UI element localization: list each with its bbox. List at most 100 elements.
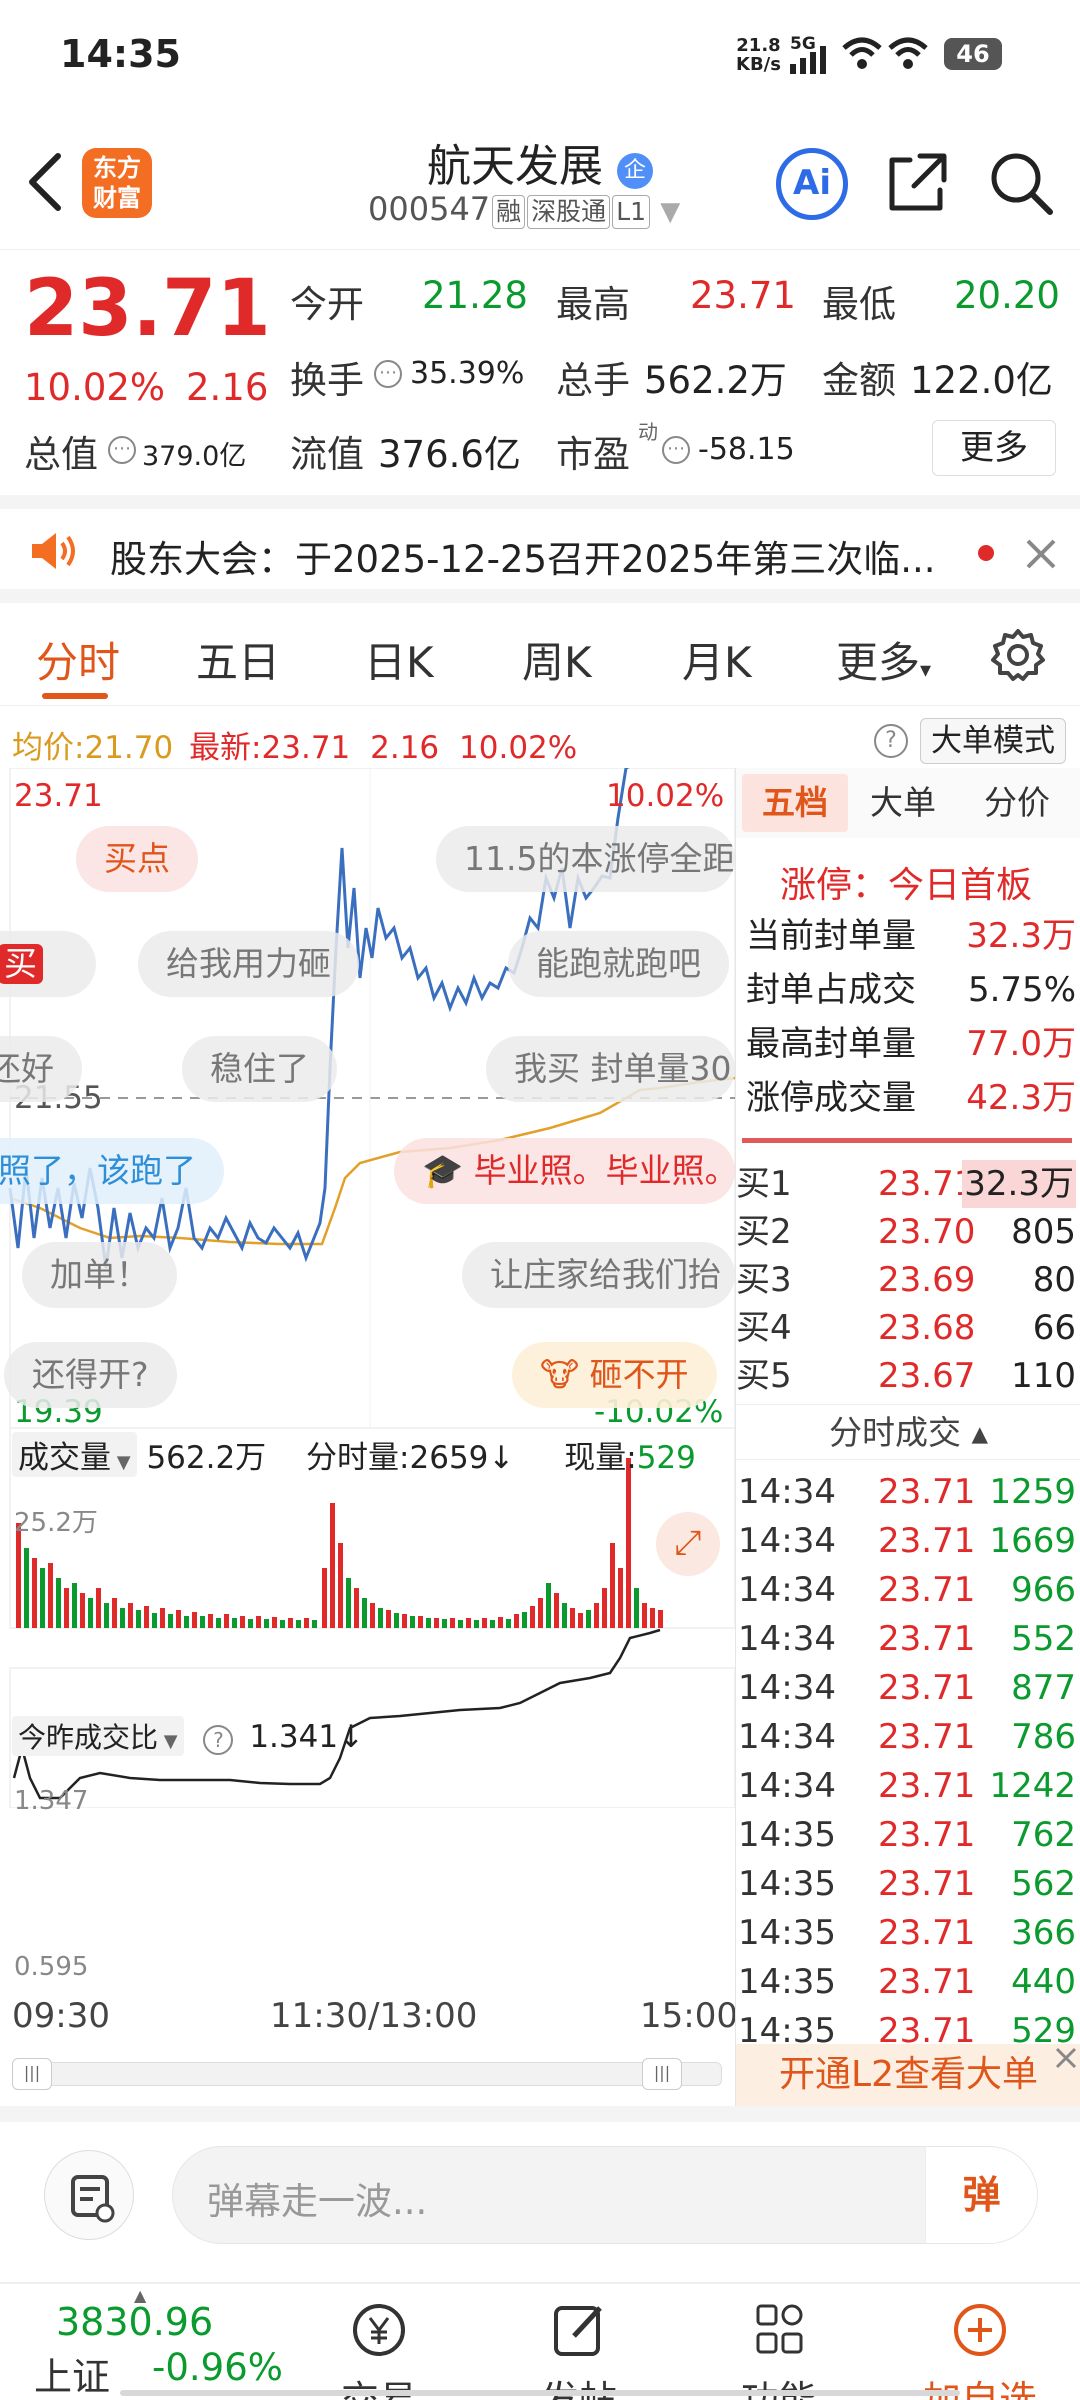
index-widget[interactable]: ▲ 3830.96 上证 -0.96% (0, 2286, 300, 2400)
danmaku-bubble[interactable]: 我买 封单量30 (486, 1036, 735, 1102)
chart-scrollbar[interactable] (12, 2062, 722, 2086)
danmaku-settings-button[interactable] (44, 2150, 134, 2240)
tag-margin: 融 (492, 195, 526, 229)
tab-weekly-k[interactable]: 周K (522, 629, 592, 690)
trade-volume: 562 (1011, 1864, 1076, 1904)
trade-time: 14:35 (738, 1962, 836, 2002)
expand-icon[interactable]: ⤢ (656, 1512, 720, 1576)
help-icon[interactable]: ? (874, 724, 908, 758)
trade-volume: 1242 (989, 1766, 1076, 1806)
bottom-area: 弹幕走一波... 弹 ▲ 3830.96 上证 -0.96% 交易 发帖 功能 … (0, 2106, 1080, 2400)
info-icon[interactable]: ⋯ (374, 360, 402, 388)
more-button[interactable]: 更多 (932, 420, 1056, 476)
top-pct-label: 10.02% (606, 778, 725, 814)
danmaku-settings-icon (71, 2175, 115, 2223)
big-order-mode-button[interactable]: 大单模式 (920, 718, 1066, 764)
tab-intraday[interactable]: 分时 (36, 629, 120, 690)
post-button[interactable]: 发帖 (524, 2300, 634, 2400)
chart-tabs: 分时 五日 日K 周K 月K 更多▾ (0, 603, 1080, 706)
open-label: 今开 (290, 283, 364, 326)
danmaku-bubble[interactable]: 能跑就跑吧 (508, 931, 729, 997)
trade-price: 23.71 (878, 1619, 976, 1659)
dropdown-icon[interactable]: ▼ (660, 197, 680, 227)
volume-max-label: 25.2万 (14, 1508, 98, 1538)
trade-row: 14:35 23.71 762 (736, 1811, 1076, 1859)
plus-circle-icon (954, 2304, 1006, 2356)
close-icon[interactable] (1026, 539, 1056, 569)
help-icon[interactable]: ? (203, 1725, 234, 1755)
grid-icon (756, 2304, 803, 2354)
danmaku-bubble[interactable]: 买 (0, 931, 96, 997)
add-watchlist-button[interactable]: 加自选 (910, 2300, 1050, 2400)
trade-volume: 786 (1011, 1717, 1076, 1757)
danmaku-bubble[interactable]: 给我用力砸 (138, 931, 359, 997)
amount-label: 金额 (822, 359, 896, 402)
latest-price: 23.71 (261, 730, 351, 766)
trade-price: 23.71 (878, 1815, 976, 1855)
danmaku-bubble[interactable]: 🐮 砸不开 (512, 1342, 717, 1408)
limit-row: 当前封单量 32.3万 (746, 916, 1076, 956)
trade-price: 23.71 (878, 1570, 976, 1610)
scroll-handle-left[interactable]: ||| (12, 2058, 52, 2090)
trade-row: 14:34 23.71 552 (736, 1615, 1076, 1663)
danmaku-send-button[interactable]: 弹 (925, 2147, 1037, 2243)
danmaku-bubble[interactable]: 还得开? (4, 1342, 177, 1408)
tab-five-level[interactable]: 五档 (742, 774, 848, 832)
danmaku-bubble[interactable]: 让庄家给我们抬 (462, 1242, 735, 1308)
info-icon[interactable]: ⋯ (108, 436, 136, 464)
volume-bars (16, 1458, 663, 1628)
trade-price: 23.71 (878, 1521, 976, 1561)
edit-icon (554, 2306, 602, 2356)
tab-price-split[interactable]: 分价 (984, 774, 1050, 832)
ratio-selector[interactable]: 今昨成交比 ▼ (12, 1716, 184, 1756)
high-value: 23.71 (690, 274, 796, 317)
bid-row: 买5 23.67 110 (736, 1356, 1076, 1396)
tab-monthly-k[interactable]: 月K (682, 629, 752, 690)
l2-banner[interactable]: 开通L2查看大单 (736, 2044, 1080, 2106)
tab-daily-k[interactable]: 日K (364, 629, 434, 690)
ratio-min-label: 0.595 (14, 1952, 89, 1982)
scroll-handle-right[interactable]: ||| (642, 2058, 682, 2090)
danmaku-bubble[interactable]: 照了，该跑了 (0, 1138, 224, 1204)
danmaku-bubble[interactable]: 稳住了 (182, 1036, 337, 1102)
search-icon[interactable] (988, 150, 1054, 216)
notice-bar[interactable]: 股东大会：于2025-12-25召开2025年第三次临... (0, 495, 1080, 603)
danmaku-bubble[interactable]: 还好 (0, 1036, 82, 1102)
trade-price: 23.71 (878, 1668, 976, 1708)
trades-title[interactable]: 分时成交 ▴ (736, 1404, 1080, 1460)
share-icon[interactable] (884, 150, 950, 216)
danmaku-bubble[interactable]: 买点 (76, 826, 198, 892)
ai-button[interactable]: Ai (776, 148, 848, 220)
danmaku-bubble[interactable]: 11.5的本涨停全距 (436, 826, 735, 892)
turnover-value: 35.39% (410, 356, 525, 391)
trade-button[interactable]: 交易 (324, 2300, 434, 2400)
tag-level[interactable]: L1 (612, 195, 651, 229)
current-price: 23.71 (24, 264, 271, 354)
trade-time: 14:34 (738, 1668, 836, 1708)
amount-value: 122.0亿 (910, 359, 1053, 402)
trade-time: 14:34 (738, 1521, 836, 1561)
trade-row: 14:34 23.71 1259 (736, 1468, 1076, 1516)
low-value: 20.20 (954, 274, 1060, 317)
pe-value: -58.15 (698, 432, 795, 467)
time-axis-start: 09:30 (12, 1996, 110, 2036)
trade-price: 23.71 (878, 1864, 976, 1904)
tab-more[interactable]: 更多▾ (836, 629, 931, 690)
danmaku-bubble[interactable]: 加单！ (22, 1242, 177, 1308)
tab-five-day[interactable]: 五日 (196, 629, 280, 690)
home-indicator (120, 2390, 960, 2396)
total-value: 379.0亿 (142, 441, 247, 472)
info-icon[interactable]: ⋯ (662, 436, 690, 464)
function-button[interactable]: 功能 (724, 2300, 834, 2400)
close-icon[interactable] (1054, 2046, 1078, 2070)
turnover-label: 换手 (290, 359, 364, 402)
notice-dot (978, 545, 994, 561)
gear-icon[interactable] (990, 627, 1046, 683)
danmaku-bubble[interactable]: 🎓 毕业照。毕业照。 (394, 1138, 735, 1204)
ratio-header: 今昨成交比 ▼ ? 1.341↓ (12, 1716, 364, 1756)
tab-big-order[interactable]: 大单 (870, 774, 936, 832)
volume-selector[interactable]: 成交量 ▼ (12, 1432, 137, 1477)
float-value-label: 流值 (290, 433, 364, 476)
intraday-chart[interactable]: 均价:21.70 最新:23.71 2.16 10.02% ? 大单模式 23.… (0, 706, 1066, 2106)
danmaku-input[interactable]: 弹幕走一波... 弹 (172, 2146, 1038, 2244)
